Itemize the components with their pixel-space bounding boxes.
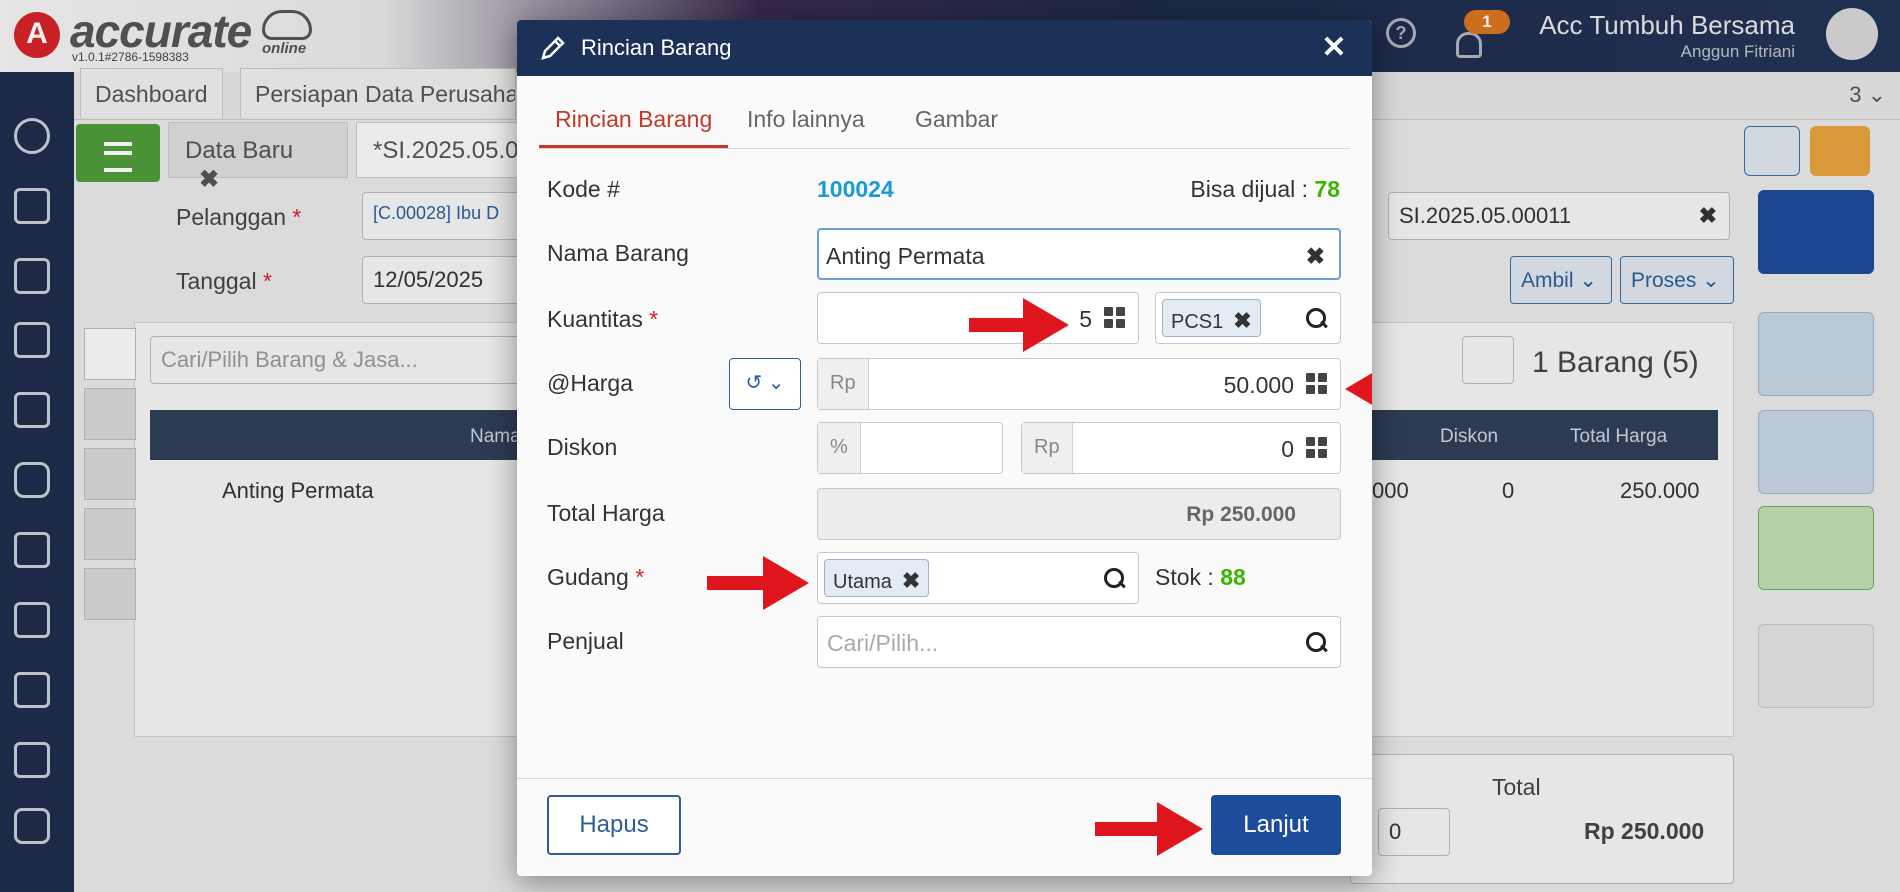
stok-label: Stok : [1155, 564, 1214, 590]
unit-chip[interactable]: PCS1 ✖ [1162, 299, 1261, 337]
search-icon[interactable] [1306, 632, 1328, 654]
arrow-annotation [969, 298, 1069, 352]
penjual-input[interactable]: Cari/Pilih... [817, 616, 1341, 668]
diskon-label: Diskon [547, 434, 618, 460]
harga-value: 50.000 [1223, 372, 1294, 398]
modal-title: Rincian Barang [581, 35, 732, 60]
stok-value: 88 [1220, 564, 1246, 590]
total-harga-value: Rp 250.000 [1186, 503, 1296, 526]
tab-divider [539, 148, 1350, 149]
calculator-icon[interactable] [1306, 437, 1328, 459]
bisa-dijual-value: 78 [1314, 176, 1340, 202]
remove-chip-icon[interactable]: ✖ [1233, 308, 1251, 333]
diskon-rp-value: 0 [1281, 436, 1294, 462]
diskon-rp-input[interactable]: Rp 0 [1021, 422, 1341, 474]
calculator-icon[interactable] [1104, 307, 1126, 329]
lanjut-button[interactable]: Lanjut [1211, 795, 1341, 855]
penjual-label: Penjual [547, 628, 624, 654]
kuantitas-label: Kuantitas * [547, 306, 658, 333]
required-mark: * [649, 306, 659, 332]
search-icon[interactable] [1306, 308, 1328, 330]
search-icon[interactable] [1104, 568, 1126, 590]
harga-label: @Harga [547, 370, 633, 396]
total-harga-field: Rp 250.000 [817, 488, 1341, 540]
gudang-input[interactable]: Utama ✖ [817, 552, 1139, 604]
warehouse-chip-label: Utama [833, 571, 892, 593]
nama-barang-value: Anting Permata [826, 243, 985, 269]
required-mark: * [635, 564, 645, 590]
footer-divider [517, 778, 1372, 779]
diskon-rp-prefix: Rp [1022, 423, 1073, 473]
clear-icon[interactable]: ✖ [1306, 243, 1325, 270]
satuan-input[interactable]: PCS1 ✖ [1155, 292, 1341, 344]
tab-rincian-barang[interactable]: Rincian Barang [539, 106, 729, 148]
kuantitas-value: 5 [1079, 306, 1092, 332]
kuantitas-label-text: Kuantitas [547, 306, 643, 332]
nama-barang-input[interactable]: Anting Permata ✖ [817, 228, 1341, 280]
gudang-label-text: Gudang [547, 564, 629, 590]
diskon-percent-input[interactable]: % [817, 422, 1003, 474]
rincian-barang-modal: Rincian Barang ✕ Rincian Barang Info lai… [517, 20, 1372, 876]
harga-input[interactable]: Rp 50.000 [817, 358, 1341, 410]
stok: Stok : 88 [1155, 564, 1246, 591]
diskon-percent-prefix: % [818, 423, 861, 473]
remove-chip-icon[interactable]: ✖ [902, 568, 920, 593]
total-harga-label: Total Harga [547, 500, 665, 526]
unit-chip-label: PCS1 [1171, 311, 1224, 333]
tab-gambar[interactable]: Gambar [899, 106, 1014, 145]
calculator-icon[interactable] [1306, 373, 1328, 395]
arrow-annotation [707, 556, 809, 610]
warehouse-chip[interactable]: Utama ✖ [824, 559, 930, 597]
nama-barang-label: Nama Barang [547, 240, 689, 266]
close-icon[interactable]: ✕ [1314, 28, 1354, 68]
kode-value: 100024 [817, 176, 894, 202]
bisa-dijual: Bisa dijual : 78 [1190, 176, 1340, 203]
hapus-button[interactable]: Hapus [547, 795, 681, 855]
kode-label: Kode # [547, 176, 620, 202]
harga-prefix: Rp [818, 359, 869, 409]
price-history-button[interactable]: ↺ ⌄ [729, 358, 801, 410]
tab-info-lainnya[interactable]: Info lainnya [731, 106, 881, 145]
arrow-annotation [1095, 802, 1203, 856]
bisa-dijual-label: Bisa dijual : [1190, 176, 1309, 202]
pencil-icon [541, 36, 565, 60]
modal-header: Rincian Barang ✕ [517, 20, 1372, 76]
gudang-label: Gudang * [547, 564, 644, 591]
penjual-placeholder: Cari/Pilih... [827, 630, 939, 656]
